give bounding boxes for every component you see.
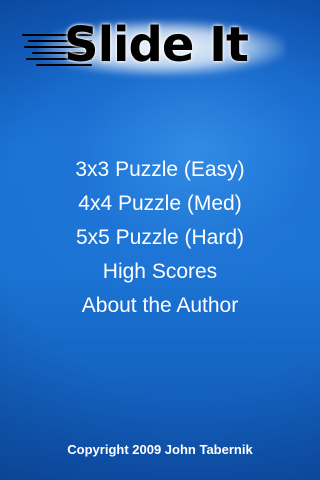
logo-title: Slide It: [64, 17, 249, 73]
menu-item-5x5-puzzle[interactable]: 5x5 Puzzle (Hard): [70, 221, 250, 255]
game-logo: Slide It: [22, 14, 285, 78]
menu-item-3x3-puzzle[interactable]: 3x3 Puzzle (Easy): [69, 153, 250, 187]
main-menu-screen: Slide It 3x3 Puzzle (Easy) 4x4 Puzzle (M…: [0, 0, 320, 480]
copyright-text: Copyright 2009 John Tabernik: [67, 442, 253, 457]
menu-item-high-scores[interactable]: High Scores: [97, 255, 223, 289]
main-menu: 3x3 Puzzle (Easy) 4x4 Puzzle (Med) 5x5 P…: [0, 153, 320, 323]
menu-item-4x4-puzzle[interactable]: 4x4 Puzzle (Med): [72, 187, 247, 221]
menu-item-about-author[interactable]: About the Author: [76, 289, 244, 323]
